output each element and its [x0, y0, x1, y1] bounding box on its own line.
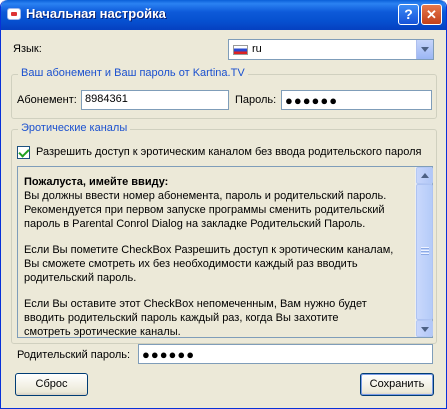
subscription-input[interactable]: 8984361: [81, 90, 229, 110]
allow-erotic-checkbox[interactable]: [17, 146, 30, 159]
info-heading: Пожалуста, имейте ввиду:: [24, 176, 169, 188]
setup-dialog: Начальная настройка ? ✕ Язык: ru Ваш або…: [0, 0, 447, 409]
app-icon: [7, 8, 21, 20]
scroll-down-arrow-icon[interactable]: [416, 320, 433, 337]
subscription-label: Абонемент:: [17, 94, 77, 106]
chevron-down-icon[interactable]: [416, 40, 433, 59]
close-button[interactable]: ✕: [421, 4, 442, 25]
password-input[interactable]: ●●●●●●: [281, 90, 432, 110]
info-paragraph-2: Если Вы пометите CheckBox Разрешить дост…: [24, 244, 394, 284]
info-paragraph-1: Вы должны ввести номер абонемента, парол…: [24, 190, 387, 230]
title-bar[interactable]: Начальная настройка ? ✕: [1, 0, 446, 30]
parental-password-input[interactable]: ●●●●●●: [138, 344, 433, 364]
info-textbox[interactable]: Пожалуста, имейте ввиду: Вы должны ввест…: [17, 166, 433, 338]
scroll-thumb[interactable]: [416, 184, 433, 320]
help-button[interactable]: ?: [398, 4, 419, 25]
password-label: Пароль:: [235, 94, 277, 106]
account-group-title: Ваш абонемент и Ваш пароль от Kartina.TV: [18, 67, 248, 79]
save-button[interactable]: Сохранить: [360, 373, 434, 396]
language-select[interactable]: ru: [228, 39, 434, 60]
language-value: ru: [252, 43, 262, 55]
parental-password-label: Родительский пароль:: [17, 349, 131, 361]
reset-button[interactable]: Сброс: [15, 373, 88, 396]
language-label: Язык:: [13, 43, 42, 55]
info-scrollbar[interactable]: [415, 167, 433, 337]
window-title: Начальная настройка: [26, 6, 166, 21]
erotic-group-title: Эротические каналы: [18, 122, 131, 134]
info-text: Пожалуста, имейте ввиду: Вы должны ввест…: [24, 175, 409, 351]
flag-ru-icon: [233, 45, 248, 55]
allow-erotic-label[interactable]: Разрешить доступ к эротическим каналом б…: [36, 146, 421, 158]
scroll-up-arrow-icon[interactable]: [416, 167, 433, 184]
info-paragraph-3: Если Вы оставите этот CheckBox непомечен…: [24, 298, 367, 338]
